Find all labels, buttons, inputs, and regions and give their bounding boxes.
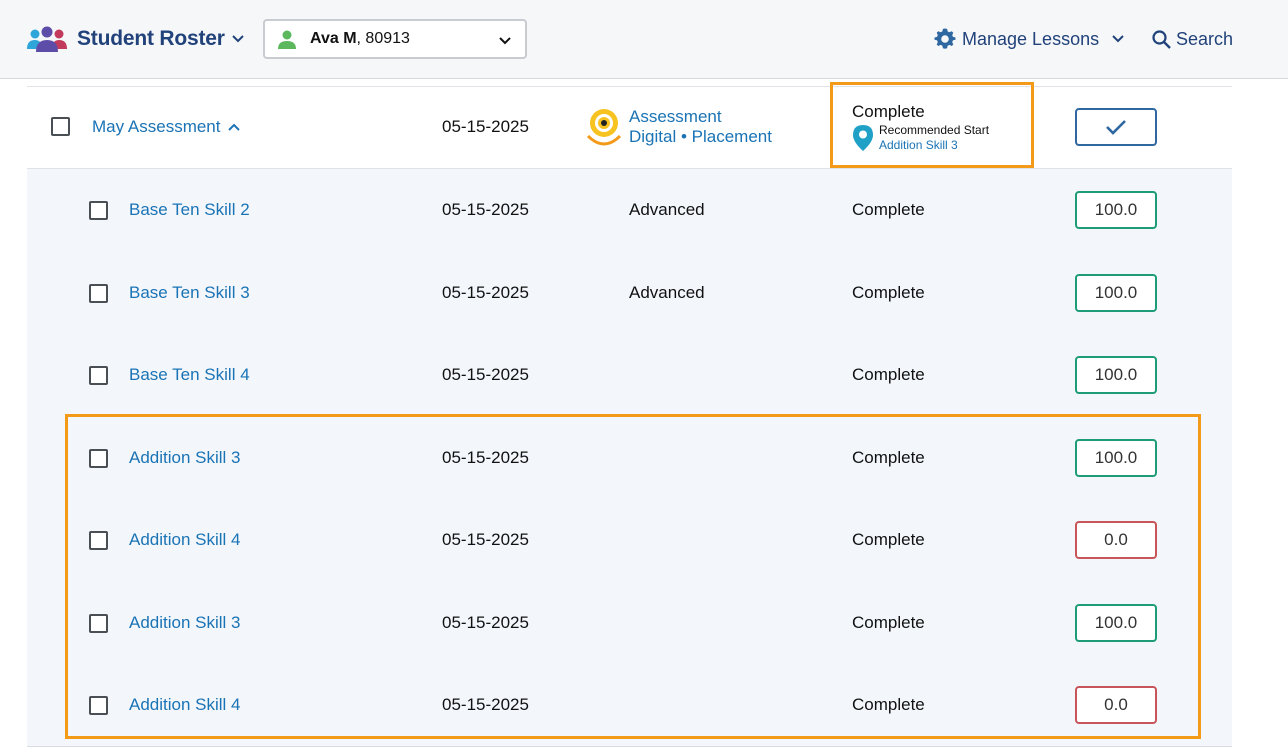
people-group-icon <box>27 26 67 52</box>
assessment-type-line2: Digital • Placement <box>629 127 772 146</box>
skill-link[interactable]: Base Ten Skill 2 <box>129 200 250 220</box>
skill-date: 05-15-2025 <box>442 365 529 384</box>
skill-status: Complete <box>852 283 925 302</box>
skill-level: Advanced <box>629 283 705 302</box>
row-checkbox[interactable] <box>89 201 108 220</box>
student-select[interactable]: Ava M, 80913 <box>263 19 527 59</box>
recommended-highlight-box <box>830 82 1034 168</box>
score-button[interactable]: 100.0 <box>1075 274 1157 312</box>
page-title: Student Roster <box>77 27 225 50</box>
score-button[interactable]: 100.0 <box>1075 191 1157 229</box>
addition-rows-highlight-box <box>65 414 1201 739</box>
score-value: 100.0 <box>1094 200 1138 219</box>
search-icon <box>1152 29 1171 49</box>
manage-lessons-label: Manage Lessons <box>962 28 1100 49</box>
assessment-toggle[interactable]: May Assessment <box>92 117 241 137</box>
skill-link[interactable]: Base Ten Skill 3 <box>129 283 250 303</box>
assessment-title: May Assessment <box>92 117 221 136</box>
gear-icon <box>934 28 956 49</box>
person-icon <box>278 30 296 49</box>
skill-status: Complete <box>852 200 925 219</box>
assessment-type-line1: Assessment <box>629 107 722 126</box>
complete-check-button[interactable] <box>1075 108 1157 146</box>
top-bar: Student Roster Ava M, 80913 Manage Lesso… <box>0 0 1288 79</box>
search-button[interactable]: Search <box>1151 27 1233 51</box>
skill-date: 05-15-2025 <box>442 283 529 302</box>
assessment-date: 05-15-2025 <box>442 117 529 136</box>
score-button[interactable]: 100.0 <box>1075 356 1157 394</box>
manage-lessons-menu[interactable]: Manage Lessons <box>933 27 1125 51</box>
row-checkbox[interactable] <box>89 284 108 303</box>
skill-status: Complete <box>852 365 925 384</box>
search-label: Search <box>1176 28 1234 49</box>
student-id: , 80913 <box>356 30 410 47</box>
assessment-checkbox[interactable] <box>51 117 70 136</box>
chevron-down-icon <box>499 37 511 45</box>
student-name: Ava M <box>310 30 357 47</box>
skill-link[interactable]: Base Ten Skill 4 <box>129 365 250 385</box>
score-value: 100.0 <box>1094 283 1138 302</box>
checkmark-icon <box>1106 120 1126 135</box>
selected-student: Ava M, 80913 <box>310 30 410 48</box>
row-checkbox[interactable] <box>89 366 108 385</box>
chevron-up-icon <box>227 123 240 131</box>
chevron-down-icon <box>232 35 244 43</box>
skill-level: Advanced <box>629 200 705 219</box>
score-value: 100.0 <box>1094 365 1138 384</box>
roster-menu[interactable]: Student Roster <box>27 24 245 54</box>
skill-date: 05-15-2025 <box>442 200 529 219</box>
target-icon <box>586 109 622 146</box>
chevron-down-icon <box>1112 35 1124 43</box>
assessment-type: Assessment Digital • Placement <box>629 107 772 147</box>
